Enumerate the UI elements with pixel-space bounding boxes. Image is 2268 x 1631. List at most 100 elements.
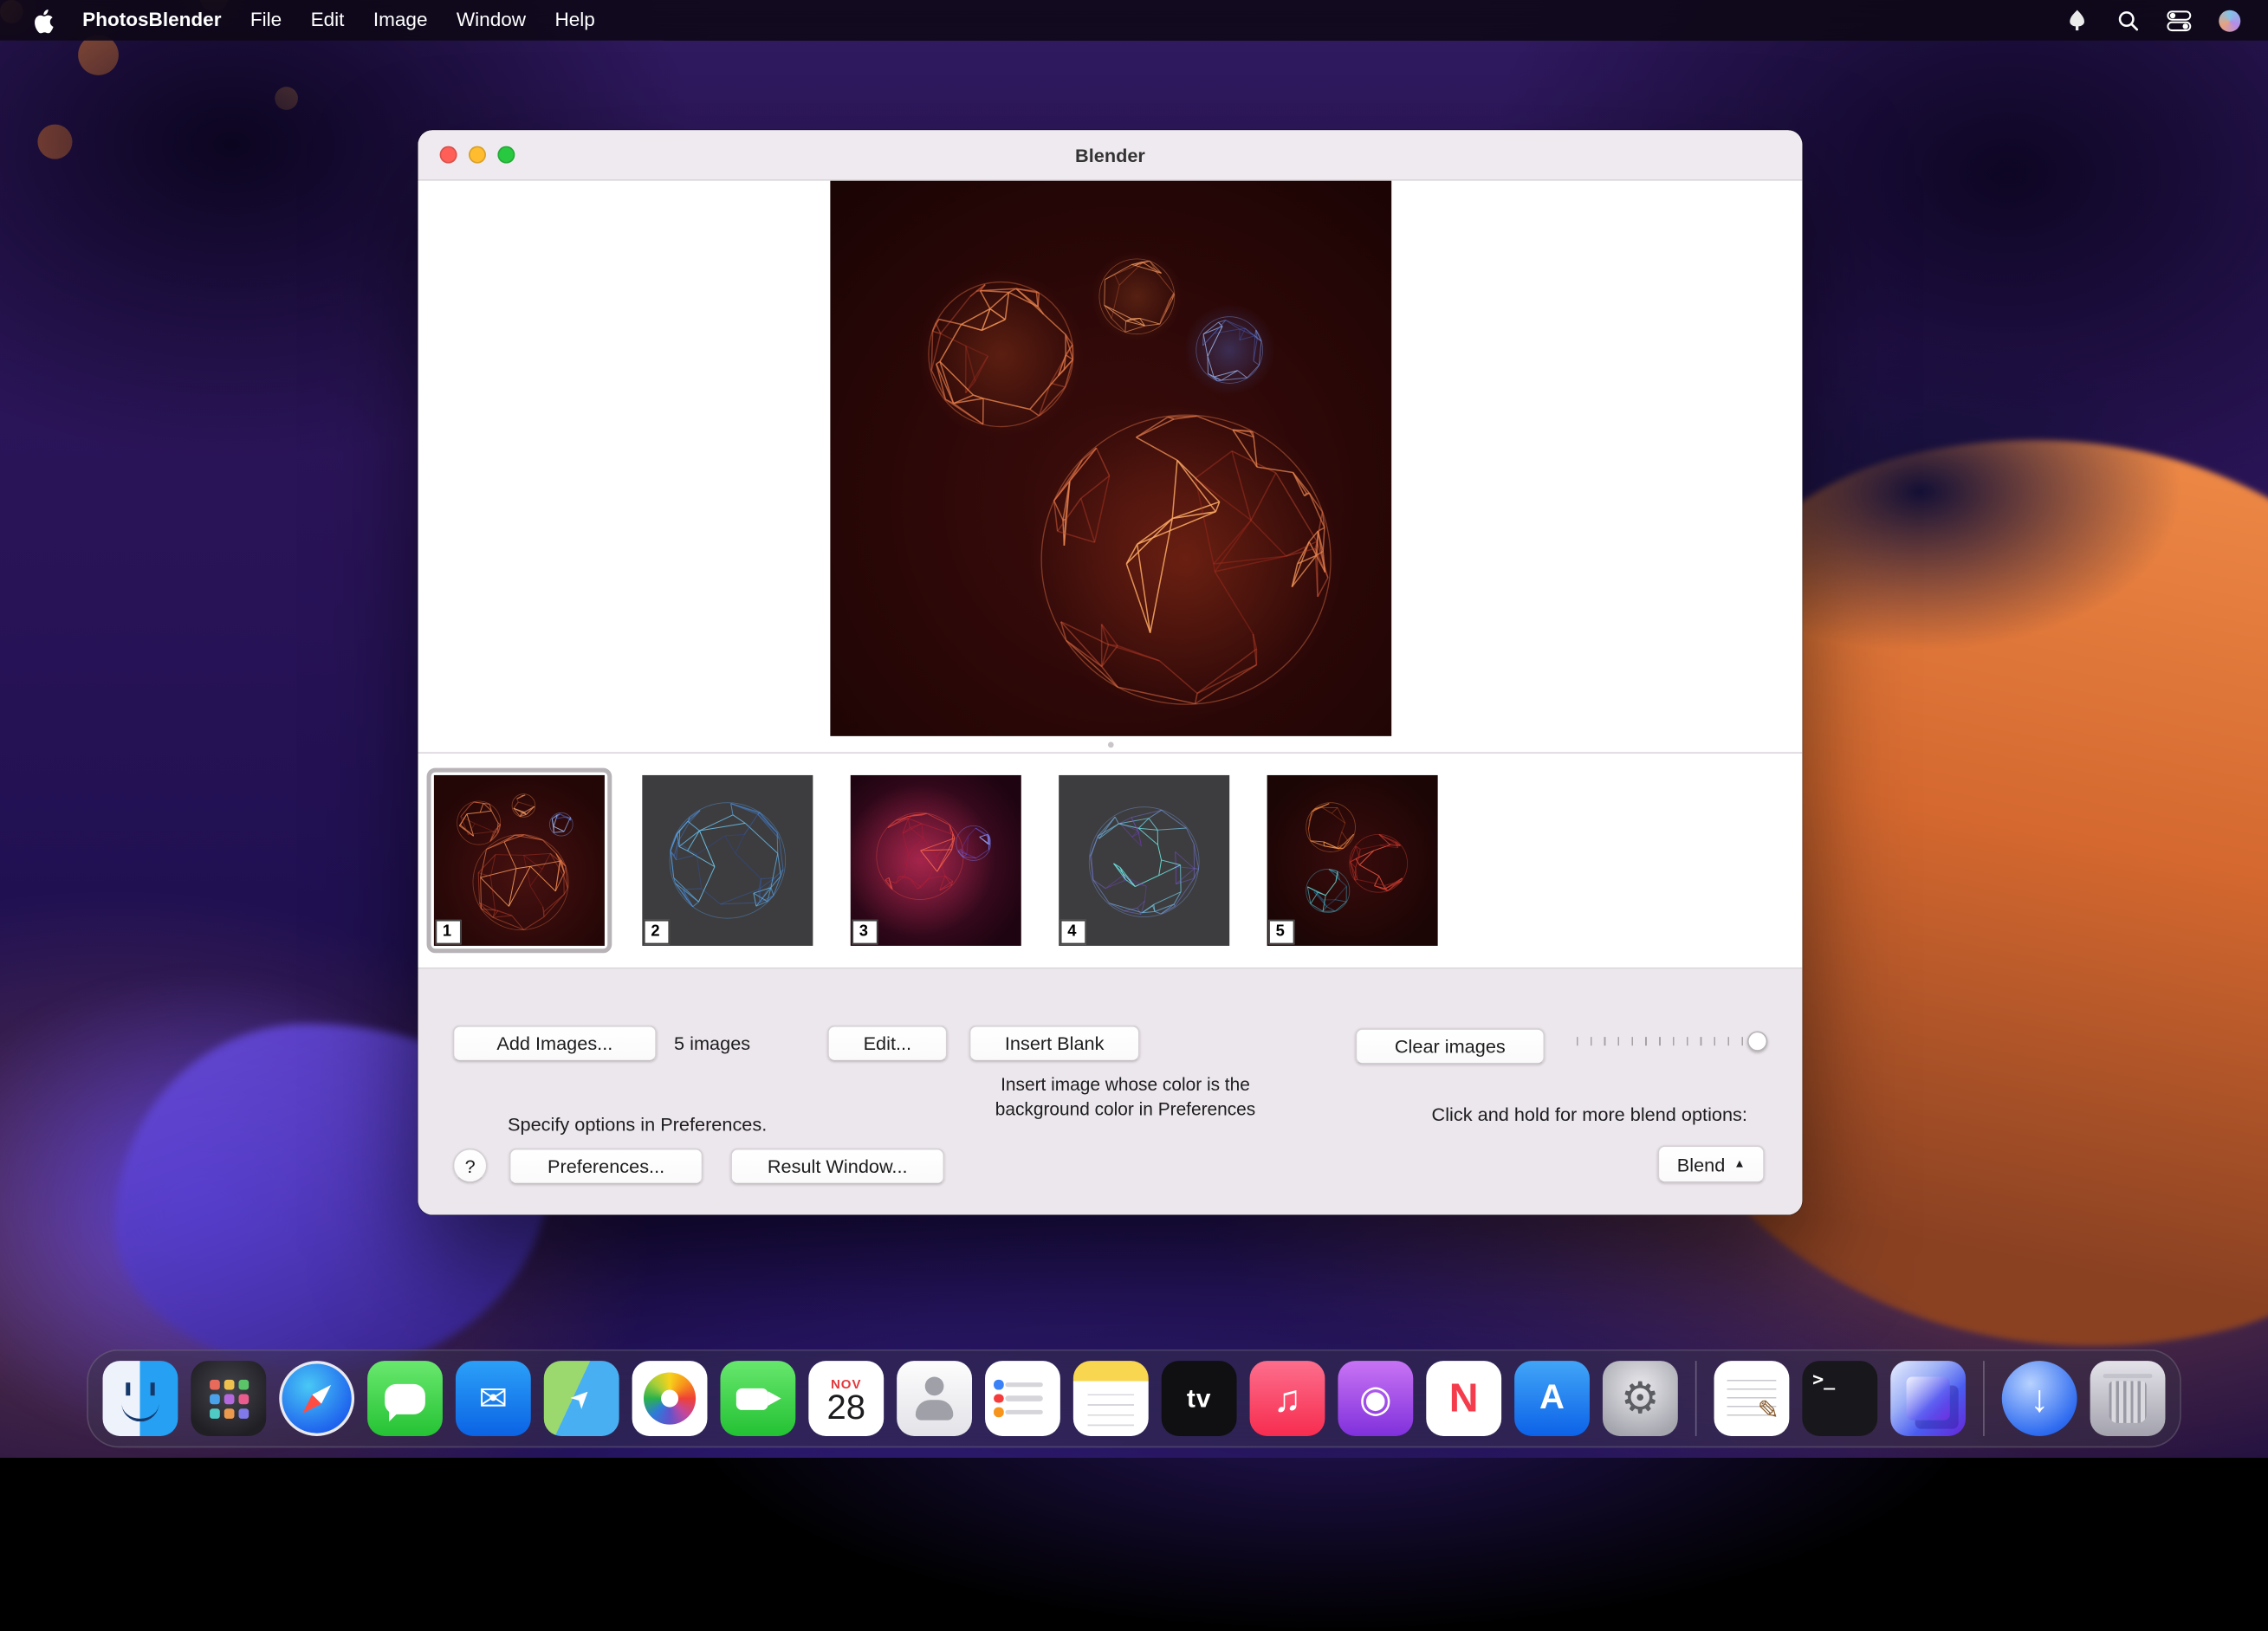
apple-tv-glyph: tv bbox=[1187, 1383, 1211, 1414]
minimize-button[interactable] bbox=[469, 146, 486, 164]
blender-window: Blender 1 2 3 4 bbox=[418, 130, 1803, 1214]
preview-page-dot bbox=[1107, 742, 1113, 748]
thumbnail-5[interactable]: 5 bbox=[1267, 775, 1438, 946]
dock-podcasts-icon[interactable]: ◉ bbox=[1338, 1361, 1413, 1436]
dock-facetime-icon[interactable] bbox=[720, 1361, 795, 1436]
apple-menu[interactable] bbox=[17, 8, 68, 32]
dock-finder-icon[interactable] bbox=[103, 1361, 178, 1436]
settings-gear-glyph: ⚙ bbox=[1621, 1373, 1660, 1423]
preview-area bbox=[418, 181, 1803, 753]
dock-safari-icon[interactable] bbox=[279, 1361, 354, 1436]
dock-launchpad-icon[interactable] bbox=[191, 1361, 266, 1436]
dock-terminal-icon[interactable]: >_ bbox=[1802, 1361, 1877, 1436]
thumbnail-3[interactable]: 3 bbox=[851, 775, 1021, 946]
dock-mail-icon[interactable]: ✉ bbox=[456, 1361, 531, 1436]
blend-preview-image bbox=[830, 181, 1391, 736]
terminal-prompt-glyph: >_ bbox=[1812, 1369, 1835, 1391]
thumbnail-1[interactable]: 1 bbox=[434, 775, 605, 946]
dock-app-store-icon[interactable]: A bbox=[1514, 1361, 1590, 1436]
reminders-row bbox=[1005, 1382, 1042, 1388]
dock-system-settings-icon[interactable]: ⚙ bbox=[1603, 1361, 1678, 1436]
dock-apple-tv-icon[interactable]: tv bbox=[1162, 1361, 1237, 1436]
preferences-button[interactable]: Preferences... bbox=[509, 1149, 703, 1185]
window-titlebar[interactable]: Blender bbox=[418, 130, 1803, 180]
traffic-lights bbox=[440, 146, 515, 164]
news-glyph: N bbox=[1449, 1375, 1479, 1421]
thumbnail-number: 1 bbox=[436, 920, 462, 944]
thumbnail-2[interactable]: 2 bbox=[642, 775, 813, 946]
reminders-row bbox=[1005, 1409, 1042, 1414]
trash-can bbox=[2109, 1382, 2146, 1423]
insert-blank-caption-line1: Insert image whose color is the bbox=[959, 1073, 1292, 1097]
menu-image[interactable]: Image bbox=[359, 0, 442, 41]
dock-notes-icon[interactable] bbox=[1073, 1361, 1149, 1436]
dock-downloads-icon[interactable]: ↓ bbox=[2002, 1361, 2077, 1436]
slider-ticks bbox=[1577, 1037, 1756, 1045]
blend-hint-text: Click and hold for more blend options: bbox=[1432, 1104, 1747, 1125]
specify-options-text: Specify options in Preferences. bbox=[508, 1114, 767, 1136]
controls-panel: Add Images... 5 images Edit... Insert Bl… bbox=[418, 969, 1803, 1215]
dock-contacts-icon[interactable] bbox=[897, 1361, 972, 1436]
dock-photosblender-app-icon[interactable] bbox=[1890, 1361, 1966, 1436]
window-title: Blender bbox=[1075, 144, 1145, 165]
thumbnail-number: 5 bbox=[1268, 920, 1294, 944]
thumbnail-number: 3 bbox=[852, 920, 878, 944]
insert-blank-button[interactable]: Insert Blank bbox=[969, 1026, 1140, 1062]
edit-button[interactable]: Edit... bbox=[827, 1026, 948, 1062]
dock-separator bbox=[1695, 1361, 1697, 1436]
dock-textedit-icon[interactable]: ✎ bbox=[1714, 1361, 1790, 1436]
add-images-button[interactable]: Add Images... bbox=[453, 1026, 657, 1062]
image-count: 5 images bbox=[674, 1032, 750, 1054]
textedit-pencil-glyph: ✎ bbox=[1757, 1395, 1779, 1426]
menu-app-name[interactable]: PhotosBlender bbox=[68, 0, 236, 41]
reminders-row bbox=[1005, 1396, 1042, 1401]
menu-bar: PhotosBlender File Edit Image Window Hel… bbox=[0, 0, 2268, 41]
dock-music-icon[interactable]: ♫ bbox=[1250, 1361, 1325, 1436]
maps-arrow-glyph: ➤ bbox=[564, 1381, 599, 1415]
downloads-arrow-glyph: ↓ bbox=[2030, 1376, 2049, 1421]
app-store-glyph: A bbox=[1539, 1378, 1565, 1419]
menu-help[interactable]: Help bbox=[541, 0, 610, 41]
preview-wireframe-spheres bbox=[830, 181, 1391, 736]
photos-color-wheel bbox=[644, 1372, 696, 1424]
messages-bubble bbox=[385, 1383, 425, 1414]
blend-button[interactable]: Blend ▲ bbox=[1657, 1145, 1765, 1182]
menu-bar-status-area bbox=[2064, 7, 2251, 33]
facetime-camera bbox=[736, 1388, 768, 1409]
zoom-button[interactable] bbox=[497, 146, 515, 164]
photosblender-gradient-square bbox=[1907, 1377, 1950, 1421]
slider-thumb[interactable] bbox=[1747, 1031, 1767, 1051]
insert-blank-caption: Insert image whose color is the backgrou… bbox=[959, 1073, 1292, 1123]
tree-status-icon[interactable] bbox=[2064, 7, 2090, 33]
result-window-button[interactable]: Result Window... bbox=[730, 1149, 944, 1185]
notes-lines bbox=[1088, 1395, 1134, 1427]
close-button[interactable] bbox=[440, 146, 457, 164]
dock-trash-icon[interactable] bbox=[2090, 1361, 2166, 1436]
calendar-day: 28 bbox=[826, 1390, 865, 1425]
dock-calendar-icon[interactable]: NOV 28 bbox=[808, 1361, 884, 1436]
control-center-icon[interactable] bbox=[2165, 7, 2191, 33]
siri-icon[interactable] bbox=[2216, 7, 2242, 33]
search-icon[interactable] bbox=[2115, 7, 2141, 33]
dock-reminders-icon[interactable] bbox=[985, 1361, 1060, 1436]
finder-smile bbox=[121, 1403, 159, 1422]
contacts-head bbox=[925, 1377, 944, 1396]
insert-blank-caption-line2: background color in Preferences bbox=[959, 1097, 1292, 1122]
dock-news-icon[interactable]: N bbox=[1426, 1361, 1501, 1436]
clear-images-button[interactable]: Clear images bbox=[1355, 1028, 1545, 1065]
thumbnail-strip: 1 2 3 4 5 bbox=[418, 752, 1803, 968]
help-button[interactable]: ? bbox=[453, 1149, 488, 1183]
thumbnail-number: 4 bbox=[1060, 920, 1086, 944]
blend-options-slider[interactable] bbox=[1577, 1031, 1767, 1051]
dock-photos-icon[interactable] bbox=[632, 1361, 708, 1436]
launchpad-grid bbox=[210, 1380, 220, 1390]
dock-maps-icon[interactable]: ➤ bbox=[544, 1361, 619, 1436]
thumbnail-4[interactable]: 4 bbox=[1059, 775, 1229, 946]
menu-window[interactable]: Window bbox=[442, 0, 541, 41]
siri-orb bbox=[2218, 10, 2239, 31]
mail-envelope-glyph: ✉ bbox=[479, 1377, 509, 1419]
dock-messages-icon[interactable] bbox=[367, 1361, 443, 1436]
menu-edit[interactable]: Edit bbox=[296, 0, 359, 41]
safari-compass-needle bbox=[298, 1380, 336, 1418]
menu-file[interactable]: File bbox=[236, 0, 296, 41]
